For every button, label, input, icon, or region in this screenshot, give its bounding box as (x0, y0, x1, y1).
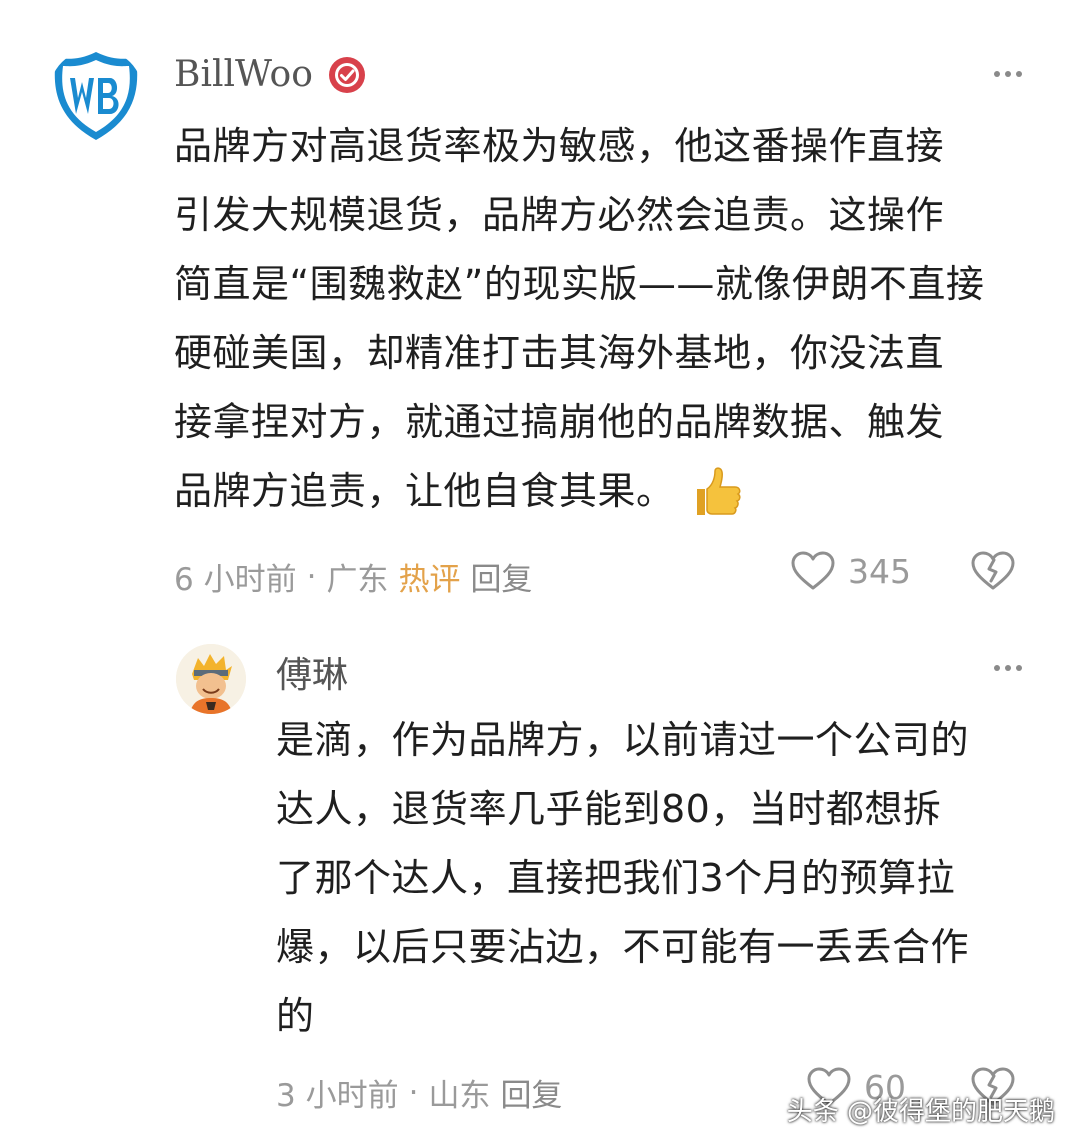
username-text[interactable]: BillWoo (174, 54, 313, 95)
comment-meta: 3 小时前 · 山东 回复 (276, 1070, 562, 1115)
reply-button[interactable]: 回复 (500, 1070, 562, 1115)
more-options-icon[interactable] (994, 658, 1028, 678)
broken-heart-icon (971, 551, 1015, 590)
comment-text-line-last: 品牌方追责，让他自食其果。 (174, 457, 1044, 526)
location-text: 广东 (326, 562, 389, 598)
thumbs-up-icon (696, 466, 741, 515)
comment-meta: 6 小时前 · 广东 热评 回复 (174, 554, 532, 599)
hot-comment-badge: 热评 (398, 562, 461, 598)
cartoon-avatar-icon (176, 644, 246, 714)
comment-text-line: 达人，退货率几乎能到80，当时都想拆 (276, 787, 942, 831)
like-count: 345 (848, 551, 911, 591)
comment-text-line: 是滴，作为品牌方，以前请过一个公司的 (276, 718, 970, 762)
comment-text-line: 的 (276, 994, 315, 1038)
comment-text-line: 硬碰美国，却精准打击其海外基地，你没法直 (174, 331, 945, 375)
warner-bros-logo-icon (54, 52, 138, 140)
watermark: 头条 @彼得堡的肥天鹅 (786, 1097, 1055, 1127)
location-text: 山东 (428, 1078, 491, 1114)
comment-text: 品牌方对高退货率极为敏感，他这番操作直接 引发大规模退货，品牌方必然会追责。这操… (174, 112, 1044, 526)
avatar[interactable] (48, 48, 144, 144)
like-button[interactable]: 345 (790, 550, 911, 592)
more-options-icon[interactable] (994, 64, 1028, 84)
comment-text-line: 了那个达人，直接把我们3个月的预算拉 (276, 856, 956, 900)
reply-button[interactable]: 回复 (470, 554, 532, 599)
comment-text-line: 品牌方追责，让他自食其果。 (174, 469, 675, 513)
time-text: 6 小时前 (174, 562, 297, 598)
heart-icon (791, 551, 835, 590)
comment-text-line: 接拿捏对方，就通过搞崩他的品牌数据、触发 (174, 400, 945, 444)
comment-billwoo: BillWoo 品牌方对高退货率极为敏感，他这番操作直接 引发大规模退货，品牌方… (0, 0, 1079, 610)
comment-text: 是滴，作为品牌方，以前请过一个公司的 达人，退货率几乎能到80，当时都想拆 了那… (276, 706, 1036, 1051)
comment-text-line: 简直是“围魏救赵”的现实版——就像伊朗不直接 (174, 262, 985, 306)
comment-text-line: 爆，以后只要沾边，不可能有一丢丢合作 (276, 925, 970, 969)
separator: · (408, 1074, 419, 1111)
separator: · (306, 558, 317, 595)
verified-badge-icon (328, 56, 365, 93)
username[interactable]: BillWoo (174, 54, 367, 95)
comment-text-line: 品牌方对高退货率极为敏感，他这番操作直接 (174, 124, 945, 168)
time-text: 3 小时前 (276, 1078, 399, 1114)
comment-text-line: 引发大规模退货，品牌方必然会追责。这操作 (174, 193, 945, 237)
avatar[interactable] (176, 644, 246, 714)
dislike-button[interactable] (970, 550, 1016, 596)
comment-reply-fulin: 傅琳 是滴，作为品牌方，以前请过一个公司的 达人，退货率几乎能到80，当时都想拆… (0, 610, 1079, 1146)
username[interactable]: 傅琳 (276, 646, 348, 698)
